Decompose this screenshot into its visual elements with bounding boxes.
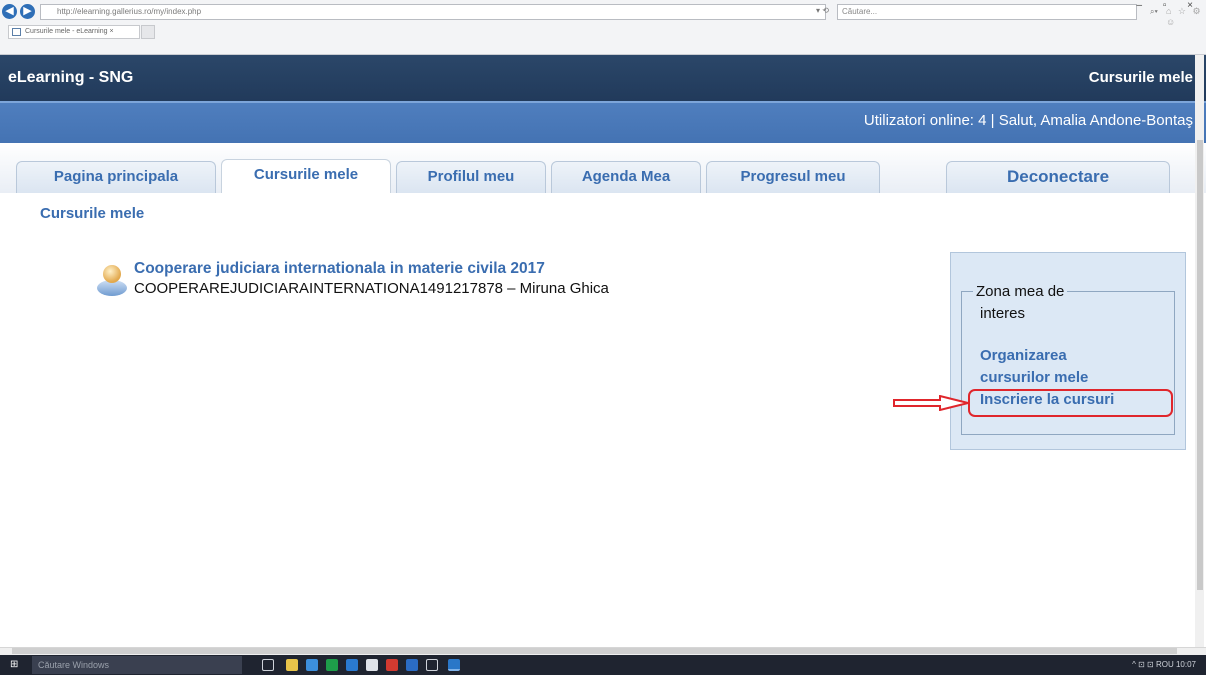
page-section-title: Cursurile mele [1088,69,1193,86]
store-icon[interactable] [366,659,378,671]
address-bar-tools[interactable]: ▾ ⟲ [816,6,829,15]
vertical-scrollbar-thumb[interactable] [1197,140,1203,590]
windows-start-icon[interactable]: ⊞ [10,660,20,670]
user-info-bar: Utilizatori online: 4 | Salut, Amalia An… [0,101,1206,143]
browser-search-input[interactable]: Căutare... [837,4,1137,20]
back-button[interactable]: ◀ [2,4,17,19]
taskbar-search-input[interactable]: Căutare Windows [32,656,242,674]
site-header: eLearning - SNG Cursurile mele [0,55,1206,101]
forward-button[interactable]: ▶ [20,4,35,19]
tab-home[interactable]: Pagina principala [16,161,216,193]
course-code-teacher: COOPERAREJUDICIARAINTERNATIONA1491217878… [134,280,609,297]
page-favicon-icon [12,28,21,36]
browser-tab-title: Cursurile mele - eLearning [25,28,108,35]
powerpoint-icon[interactable] [386,659,398,671]
new-tab-button[interactable] [141,25,155,39]
file-explorer-icon[interactable] [286,659,298,671]
breadcrumb[interactable]: Cursurile mele [40,205,144,222]
calendar-icon[interactable] [426,659,438,671]
highlight-annotation [968,389,1173,417]
interest-zone-panel: Zona mea de interes Organizarea cursuril… [950,252,1186,450]
windows-taskbar: ⊞ Căutare Windows ^ ⊡ ⊡ ROU 10:07 [0,655,1206,675]
organize-courses-link[interactable]: Organizarea [980,347,1067,364]
tab-my-progress[interactable]: Progresul meu [706,161,880,193]
forward-arrow-icon: ▶ [23,5,32,17]
excel-icon[interactable] [326,659,338,671]
tab-my-agenda[interactable]: Agenda Mea [551,161,701,193]
window-controls[interactable]: – ▫ × [1136,0,1202,11]
main-tabs: Pagina principala Cursurile mele Profilu… [0,143,1206,193]
tab-my-profile[interactable]: Profilul meu [396,161,546,193]
tab-close-icon[interactable]: × [109,28,113,35]
red-arrow-icon [893,395,969,411]
user-icon [97,265,127,296]
address-bar[interactable]: http://elearning.gallerius.ro/my/index.p… [40,4,826,20]
tab-my-courses[interactable]: Cursurile mele [221,159,391,193]
system-tray[interactable]: ^ ⊡ ⊡ ROU 10:07 [1132,660,1196,669]
course-title-link[interactable]: Cooperare judiciara internationala in ma… [134,260,545,278]
outlook-icon[interactable] [346,659,358,671]
browser-tab[interactable]: Cursurile mele - eLearning × [8,25,140,39]
user-greeting: Utilizatori online: 4 | Salut, Amalia An… [863,112,1193,129]
word-icon[interactable] [406,659,418,671]
logout-tab[interactable]: Deconectare [946,161,1170,193]
horizontal-scrollbar-thumb[interactable] [12,648,1177,654]
task-view-icon[interactable] [262,659,274,671]
internet-explorer-icon[interactable] [448,659,460,671]
interest-zone-title: Zona mea de [973,283,1068,300]
interest-zone-title-cont: interes [980,305,1026,322]
back-arrow-icon: ◀ [5,5,14,17]
edge-browser-icon[interactable] [306,659,318,671]
organize-courses-link-cont[interactable]: cursurilor mele [980,369,1088,386]
browser-chrome: ◀ ▶ http://elearning.gallerius.ro/my/ind… [0,0,1206,55]
site-title[interactable]: eLearning - SNG [8,69,133,87]
